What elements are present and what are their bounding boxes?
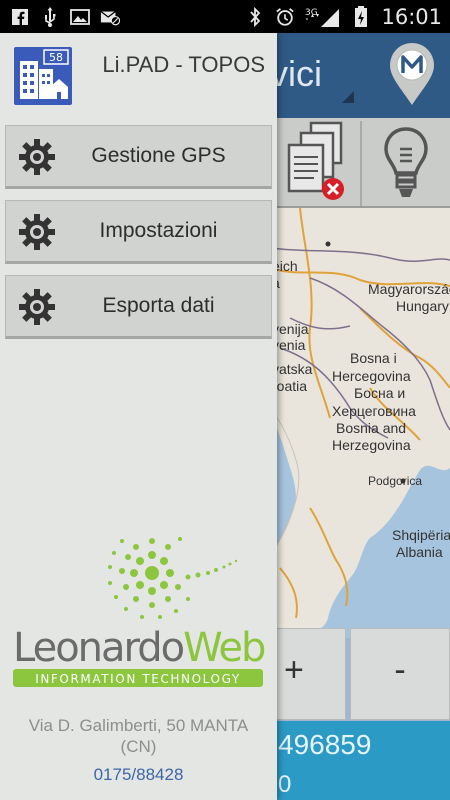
leonardoweb-logo: LeonardoWeb INFORMATION TECHNOLOGY [13, 537, 267, 687]
map-label: Hungary [396, 298, 449, 314]
map-view[interactable]: eich a Magyarország Hungary venija venia… [270, 208, 450, 638]
address-line-1: Via D. Galimberti, 50 MANTA [28, 716, 249, 735]
brand-name-part1: Leonardo [13, 625, 184, 671]
map-pin-icon[interactable] [386, 43, 438, 107]
map-label: Hercegovina [332, 368, 411, 384]
app-logo: 58 [14, 47, 72, 105]
dropdown-indicator-icon[interactable] [342, 91, 354, 103]
company-phone-link[interactable]: 0175/88428 [0, 765, 277, 785]
map-label: Albania [396, 544, 443, 560]
map-label: venija [272, 321, 309, 337]
info-number: 496859 [278, 729, 372, 760]
mail-muted-icon [100, 7, 120, 27]
zoom-out-button[interactable]: - [350, 628, 450, 720]
toolbar-separator [360, 121, 362, 206]
app-logo-badge: 58 [49, 51, 63, 64]
image-icon [70, 7, 90, 27]
gear-icon [19, 139, 55, 175]
address-line-2: (CN) [120, 737, 157, 756]
brand-tagline: INFORMATION TECHNOLOGY [35, 672, 241, 686]
map-label: venia [272, 337, 306, 353]
bluetooth-icon [245, 6, 265, 27]
info-number-2: 0 [278, 771, 292, 798]
svg-text:LeonardoWeb: LeonardoWeb [13, 625, 265, 671]
drawer-header: 58 Li.PAD - TOPOS [0, 33, 277, 123]
battery-charging-icon [351, 5, 371, 27]
zoom-in-label: + [284, 651, 304, 689]
facebook-icon [10, 7, 30, 27]
map-label: Podgorica [368, 474, 423, 488]
alarm-icon [275, 7, 295, 27]
map-label: roatia [272, 378, 308, 394]
usb-icon [40, 6, 60, 27]
map-label: Magyarország [368, 281, 450, 297]
navigation-drawer: 58 Li.PAD - TOPOS Gestione GPS Impostazi… [0, 33, 277, 800]
status-bar: 3G 16:01 [0, 0, 450, 33]
menu-impostazioni-button[interactable]: Impostazioni [5, 200, 272, 264]
signal-icon: 3G [305, 7, 341, 27]
lightbulb-icon[interactable] [380, 125, 432, 203]
status-time: 16:01 [381, 4, 442, 29]
map-label: Bosna i [350, 350, 397, 366]
documents-delete-icon[interactable] [285, 121, 347, 201]
menu-esporta-dati-button[interactable]: Esporta dati [5, 275, 272, 339]
zoom-in-button[interactable]: + [270, 628, 346, 720]
map-label: Херцеговина [332, 403, 416, 419]
brand-name-part2: Web [183, 625, 265, 671]
map-label: Босна и [354, 385, 406, 401]
gear-icon [19, 214, 55, 250]
map-label: Shqipëria [392, 527, 450, 543]
map-label: vatska [272, 361, 313, 377]
zoom-out-label: - [394, 651, 406, 689]
app-name: Li.PAD - TOPOS [102, 52, 265, 77]
gear-icon [19, 289, 55, 325]
company-address: Via D. Galimberti, 50 MANTA (CN) [0, 715, 277, 757]
menu-gestione-gps-button[interactable]: Gestione GPS [5, 125, 272, 189]
map-label: Bosnia and [336, 420, 407, 436]
app-title-fragment[interactable]: vici [270, 53, 322, 95]
map-label: Herzegovina [332, 437, 411, 453]
